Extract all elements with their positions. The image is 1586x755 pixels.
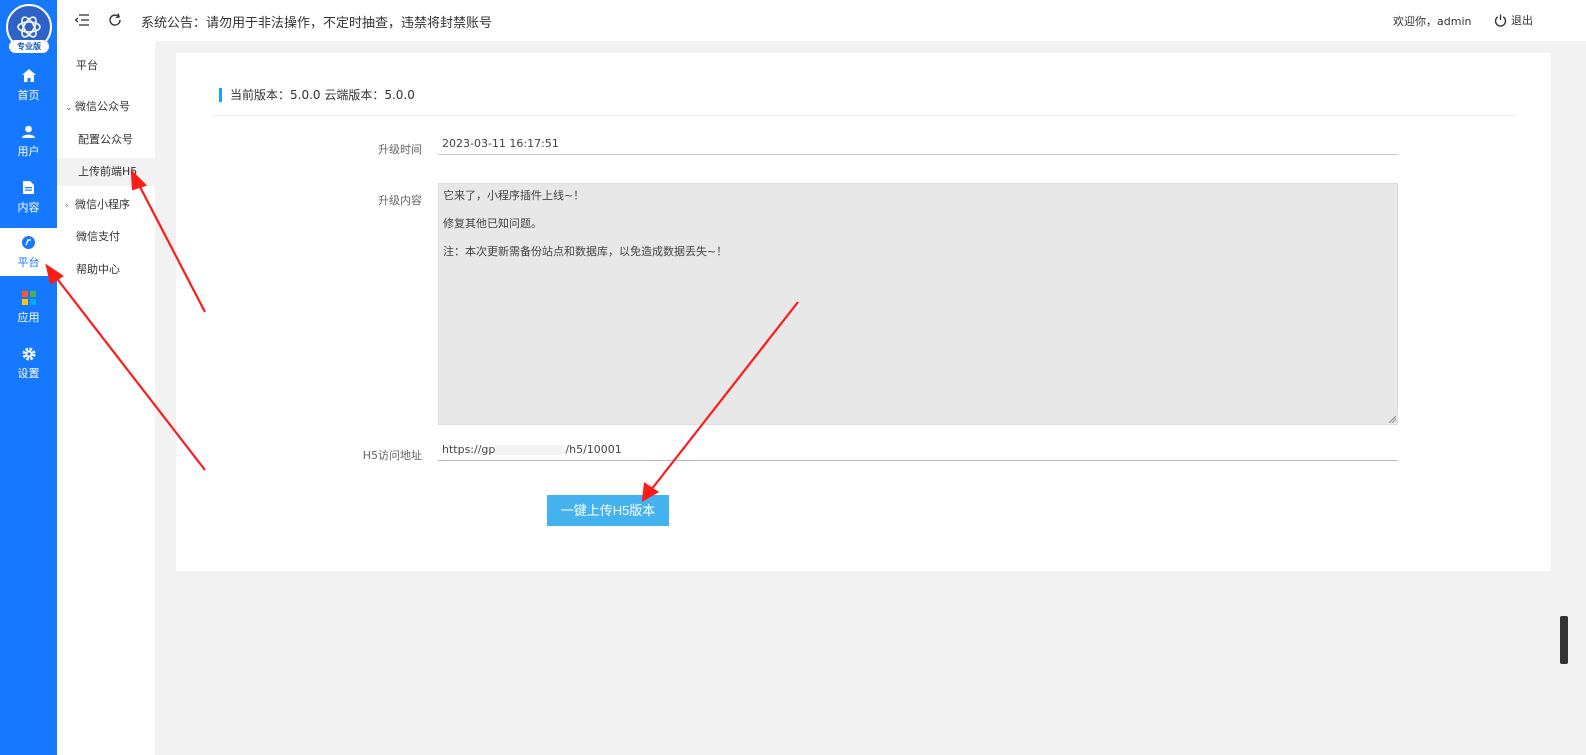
chevron-right-icon: ›: [65, 201, 69, 211]
h5-url-suffix: /h5/10001: [565, 443, 622, 456]
menu-collapse-icon[interactable]: [74, 12, 91, 28]
h5-url-prefix: https://gp: [442, 443, 496, 456]
rail-item-label: 内容: [17, 200, 40, 214]
rail-item-content[interactable]: 内容: [0, 173, 57, 221]
divider: [211, 115, 1516, 116]
system-notice: 系统公告：请勿用于非法操作，不定时抽查，违禁将封禁账号: [141, 16, 493, 31]
apps-grid-icon: [21, 290, 37, 306]
rail-item-label: 首页: [17, 88, 40, 102]
subnav-group-wechat-official[interactable]: ⌄ 微信公众号: [57, 93, 155, 121]
subnav-group-label: 微信小程序: [75, 198, 130, 211]
secondary-sidebar: 平台 ⌄ 微信公众号 配置公众号 上传前端H5 › 微信小程序 微信支付 帮助中心: [57, 0, 155, 755]
scrollbar-thumb[interactable]: [1560, 616, 1568, 664]
logout-label: 退出: [1511, 14, 1533, 27]
h5-url-label: H5访问地址: [362, 449, 422, 462]
icon-rail: 专业版 首页 用户 内容 平台 应用 设置: [0, 0, 57, 755]
subnav-header-platform: 平台: [76, 59, 98, 72]
top-bar: 系统公告：请勿用于非法操作，不定时抽查，违禁将封禁账号 欢迎你，admin 退出: [57, 0, 1586, 41]
chevron-down-icon: ⌄: [65, 103, 73, 113]
rail-item-label: 平台: [17, 255, 40, 269]
upgrade-content-line: 修复其他已知问题。: [443, 217, 542, 230]
user-icon: [21, 124, 37, 140]
subnav-item-upload-h5[interactable]: 上传前端H5: [57, 158, 155, 186]
subnav-item-config-official[interactable]: 配置公众号: [57, 126, 155, 154]
redacted-region: [495, 445, 566, 455]
upgrade-content-label: 升级内容: [378, 194, 422, 207]
resize-handle-icon[interactable]: [1388, 415, 1396, 423]
subnav-item-wechat-pay[interactable]: 微信支付: [57, 223, 155, 251]
upgrade-content-textarea[interactable]: 它来了，小程序插件上线~！ 修复其他已知问题。 注：本次更新需备份站点和数据库，…: [438, 183, 1398, 425]
rail-item-label: 设置: [17, 366, 40, 380]
document-icon: [21, 180, 37, 196]
rail-item-label: 用户: [17, 144, 40, 158]
content-card: 当前版本：5.0.0 云端版本：5.0.0 升级时间 2023-03-11 16…: [176, 53, 1551, 571]
upgrade-content-line: 它来了，小程序插件上线~！: [443, 189, 585, 202]
rail-item-settings[interactable]: 设置: [0, 339, 57, 387]
upgrade-time-label: 升级时间: [378, 143, 422, 156]
rail-item-platform[interactable]: 平台: [0, 228, 57, 276]
subnav-group-wechat-miniprogram[interactable]: › 微信小程序: [57, 191, 155, 219]
home-icon: [21, 68, 37, 84]
version-heading: 当前版本：5.0.0 云端版本：5.0.0: [219, 88, 415, 102]
upload-h5-button[interactable]: 一键上传H5版本: [547, 495, 669, 526]
welcome-text: 欢迎你，admin: [1393, 15, 1472, 28]
subnav-item-help-center[interactable]: 帮助中心: [57, 256, 155, 284]
rail-item-home[interactable]: 首页: [0, 61, 57, 109]
subnav-group-label: 微信公众号: [75, 100, 130, 113]
gear-icon: [21, 346, 37, 362]
h5-url-field[interactable]: https://gp/h5/10001: [438, 439, 1398, 461]
rail-item-apps[interactable]: 应用: [0, 283, 57, 331]
upgrade-content-line: 注：本次更新需备份站点和数据库，以免造成数据丢失~！: [443, 245, 728, 258]
platform-icon: [21, 235, 37, 251]
logo-icon: [17, 16, 41, 38]
rail-item-user[interactable]: 用户: [0, 117, 57, 165]
power-icon: [1494, 14, 1507, 27]
app-root: 专业版 首页 用户 内容 平台 应用 设置 平台 ⌄ 微信公众号 配置公众号 上…: [0, 0, 1586, 755]
refresh-icon[interactable]: [108, 12, 124, 28]
edition-badge: 专业版: [9, 40, 49, 53]
rail-item-label: 应用: [17, 310, 40, 324]
upgrade-time-field[interactable]: 2023-03-11 16:17:51: [438, 133, 1398, 155]
logout-button[interactable]: 退出: [1494, 12, 1533, 28]
